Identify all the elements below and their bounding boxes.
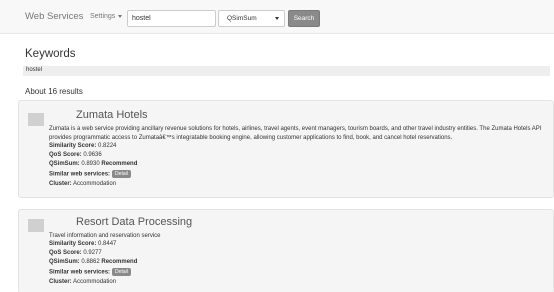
cluster: Cluster: Accommodation	[49, 181, 116, 187]
qsimsum-score: QSimSum: 0.8862 Recommend	[49, 259, 137, 265]
detail-button[interactable]: Detail	[112, 268, 131, 276]
similar-services-label: Similar web services:	[49, 171, 111, 178]
ranking-select[interactable]: QSimSum	[218, 10, 285, 27]
cluster-value: Accommodation	[73, 279, 117, 285]
service-thumbnail-icon	[28, 113, 44, 126]
keywords-box: hostel	[23, 66, 550, 76]
result-title[interactable]: Resort Data Processing	[76, 216, 192, 228]
similar-services: Similar web services: Detail	[49, 170, 131, 178]
result-card: Resort Data Processing Travel informatio…	[18, 209, 554, 292]
brand-title[interactable]: Web Services	[25, 11, 83, 22]
qsimsum-value: 0.8862	[81, 259, 100, 265]
qos-score: QoS Score: 0.9636	[49, 152, 102, 158]
qsimsum-label: QSimSum:	[49, 161, 80, 167]
result-description: Zumata is a web service providing ancill…	[49, 126, 542, 141]
keywords-heading: Keywords	[25, 48, 76, 60]
qos-value: 0.9277	[83, 250, 102, 256]
similar-services-label: Similar web services:	[49, 269, 111, 276]
detail-button[interactable]: Detail	[112, 170, 131, 178]
ranking-select-value: QSimSum	[227, 15, 257, 22]
qos-score: QoS Score: 0.9277	[49, 250, 102, 256]
recommend-label: Recommend	[101, 259, 138, 265]
cluster-label: Cluster:	[49, 279, 72, 285]
qsimsum-score: QSimSum: 0.8930 Recommend	[49, 161, 137, 167]
caret-down-icon	[118, 14, 123, 18]
qos-label: QoS Score:	[49, 152, 82, 158]
qos-value: 0.9636	[83, 152, 102, 158]
similarity-score: Similarity Score: 0.8224	[49, 143, 116, 149]
result-card: Zumata Hotels Zumata is a web service pr…	[18, 100, 554, 198]
qos-label: QoS Score:	[49, 250, 82, 256]
recommend-label: Recommend	[101, 161, 138, 167]
result-description: Travel information and reservation servi…	[49, 233, 161, 239]
results-count: About 16 results	[25, 87, 83, 96]
similarity-label: Similarity Score:	[49, 241, 97, 247]
qsimsum-label: QSimSum:	[49, 259, 80, 265]
chevron-down-icon	[275, 17, 279, 20]
similar-services: Similar web services: Detail	[49, 268, 131, 276]
settings-dropdown[interactable]: Settings	[90, 13, 123, 20]
settings-label: Settings	[90, 13, 116, 20]
top-navbar: Web Services Settings QSimSum Search	[0, 0, 554, 34]
cluster: Cluster: Accommodation	[49, 279, 116, 285]
cluster-value: Accommodation	[73, 181, 117, 187]
search-input[interactable]	[127, 10, 216, 27]
similarity-value: 0.8224	[98, 143, 117, 149]
similarity-score: Similarity Score: 0.8447	[49, 241, 116, 247]
service-thumbnail-icon	[28, 219, 44, 232]
search-button[interactable]: Search	[288, 10, 320, 27]
similarity-value: 0.8447	[98, 241, 117, 247]
similarity-label: Similarity Score:	[49, 143, 97, 149]
cluster-label: Cluster:	[49, 181, 72, 187]
qsimsum-value: 0.8930	[81, 161, 100, 167]
result-title[interactable]: Zumata Hotels	[76, 109, 148, 121]
